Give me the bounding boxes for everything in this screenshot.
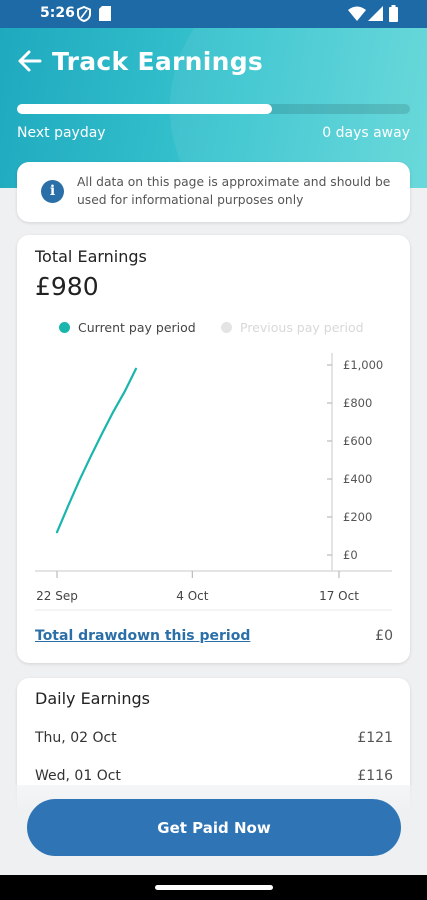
- y-tick-label: £400: [343, 472, 372, 486]
- y-tick-label: £0: [343, 548, 358, 562]
- total-drawdown-value: £0: [375, 628, 393, 644]
- total-earnings-card: Total Earnings £980 Current pay period P…: [17, 235, 410, 663]
- y-tick-label: £1,000: [343, 358, 383, 372]
- y-tick-label: £200: [343, 510, 372, 524]
- y-tick-label: £600: [343, 434, 372, 448]
- status-bar: 5:26: [0, 0, 427, 28]
- daily-amount: £121: [357, 730, 393, 746]
- daily-earnings-title: Daily Earnings: [35, 689, 150, 708]
- battery-icon: [389, 5, 398, 22]
- info-icon: i: [41, 180, 64, 203]
- series-line-current: [55, 367, 138, 534]
- back-arrow-icon[interactable]: [16, 48, 42, 74]
- page-title: Track Earnings: [52, 47, 264, 76]
- status-time: 5:26: [40, 5, 75, 21]
- daily-amount: £116: [357, 768, 393, 784]
- shield-icon: [77, 6, 91, 22]
- wifi-icon: [348, 6, 366, 21]
- system-nav-bar: [0, 875, 427, 900]
- y-tick-label: £800: [343, 396, 372, 410]
- payday-progress-fill: [17, 104, 273, 114]
- x-tick-label: 17 Oct: [319, 589, 359, 603]
- daily-date: Wed, 01 Oct: [35, 768, 121, 784]
- get-paid-now-button[interactable]: Get Paid Now: [27, 799, 401, 856]
- next-payday-label: Next payday: [17, 125, 106, 141]
- info-notice: i All data on this page is approximate a…: [17, 162, 410, 222]
- sd-card-icon: [99, 6, 111, 21]
- signal-icon: [368, 6, 383, 21]
- x-tick-label: 22 Sep: [36, 589, 78, 603]
- earnings-chart: £0 £200 £400 £600 £800 £1,000 22 Sep 4 Oct 17 Oc…: [35, 353, 392, 611]
- home-gesture-handle[interactable]: [155, 885, 273, 890]
- daily-earnings-row[interactable]: Thu, 02 Oct £121: [35, 730, 393, 746]
- payday-progress-bar: [17, 104, 410, 114]
- total-drawdown-link[interactable]: Total drawdown this period: [35, 628, 250, 644]
- days-away-value: 0 days away: [322, 125, 410, 141]
- notice-text: All data on this page is approximate and…: [77, 175, 391, 207]
- daily-date: Thu, 02 Oct: [35, 730, 117, 746]
- x-tick-label: 4 Oct: [176, 589, 208, 603]
- daily-earnings-row[interactable]: Wed, 01 Oct £116: [35, 768, 393, 784]
